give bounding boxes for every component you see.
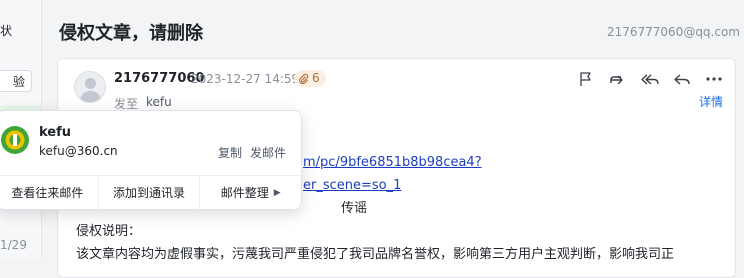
organize-mail-button[interactable]: 邮件整理 ▶ xyxy=(200,176,301,209)
attachment-badge[interactable]: 6 xyxy=(294,70,326,87)
contact-logo-icon xyxy=(1,126,29,154)
send-mail-button[interactable]: 发邮件 xyxy=(250,144,286,161)
reply-all-icon[interactable] xyxy=(639,69,661,89)
recipient-name[interactable]: kefu xyxy=(146,95,172,109)
body-link-2[interactable]: er_scene=so_1 xyxy=(303,174,401,197)
account-email: 2176777060@qq.com xyxy=(606,25,740,39)
status-label: 状 xyxy=(0,24,13,38)
more-icon[interactable] xyxy=(703,69,725,89)
paperclip-icon xyxy=(299,73,309,84)
forward-icon[interactable] xyxy=(607,69,629,89)
contact-actions: 查看往来邮件 添加到通讯录 邮件整理 ▶ xyxy=(0,176,301,209)
sent-date: 2023-12-27 14:59 xyxy=(191,72,300,86)
contact-email: kefu@360.cn xyxy=(39,144,118,158)
attachment-count: 6 xyxy=(312,71,320,85)
body-link-1[interactable]: m/pc/9bfe6851b8b98cea4? xyxy=(303,151,482,174)
caret-right-icon: ▶ xyxy=(273,187,281,198)
avatar[interactable] xyxy=(74,71,106,103)
mail-toolbar xyxy=(575,69,725,89)
contact-name: kefu xyxy=(39,125,72,140)
copy-button[interactable]: 复制 xyxy=(218,144,242,161)
body-line-5: 该文章内容均为虚假事实，污蔑我司严重侵犯了我司品牌名誉权，影响第三方用户主观判断… xyxy=(76,247,675,262)
add-contact-button[interactable]: 添加到通讯录 xyxy=(99,176,201,209)
mail-subject: 侵权文章，请删除 xyxy=(59,23,203,43)
reply-icon[interactable] xyxy=(671,69,693,89)
contact-popup: kefu kefu@360.cn 复制 发邮件 查看往来邮件 添加到通讯录 邮件… xyxy=(0,110,302,210)
flag-icon[interactable] xyxy=(575,69,597,89)
mail-list-date: 1/29 xyxy=(0,238,27,252)
body-line-4: 侵权说明： xyxy=(76,224,142,239)
view-history-button[interactable]: 查看往来邮件 xyxy=(0,176,99,209)
details-link[interactable]: 详情 xyxy=(699,93,723,110)
verify-button[interactable]: 验 xyxy=(0,70,32,92)
body-line-3: 传谣 xyxy=(341,201,368,216)
